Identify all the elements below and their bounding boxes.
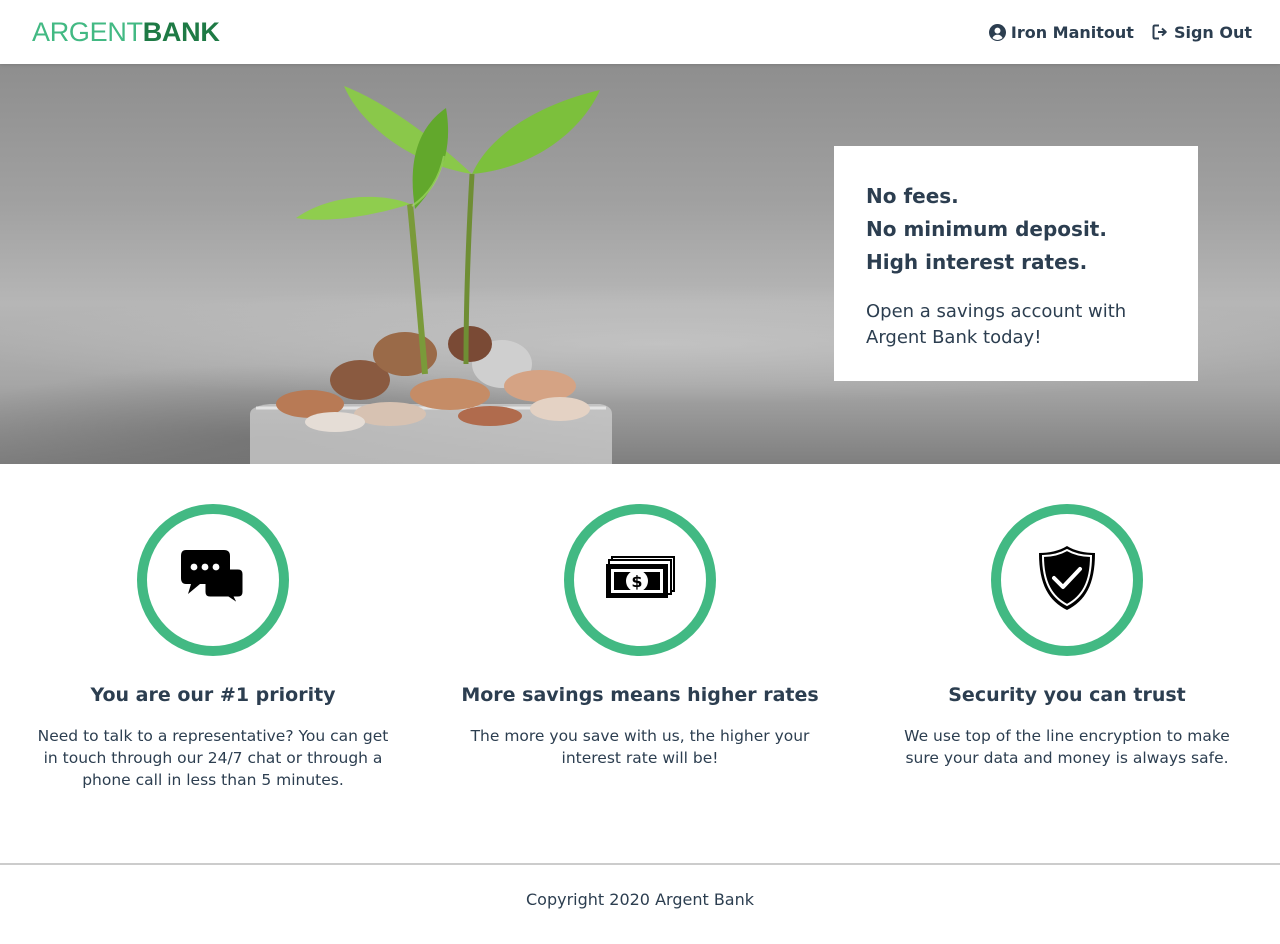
footer: Copyright 2020 Argent Bank — [0, 863, 1280, 944]
logo-text-bank: BANK — [142, 16, 220, 47]
user-name: Iron Manitout — [1010, 22, 1134, 42]
feature-icon-circle — [137, 504, 289, 656]
svg-text:$: $ — [631, 572, 642, 591]
hero-subtitle-no-fees: No fees. — [866, 184, 959, 208]
chat-icon — [180, 548, 246, 612]
hero-subtitle-no-minimum-deposit: No minimum deposit. — [866, 217, 1107, 241]
plant-in-coin-jar-image — [250, 86, 612, 464]
hero-content-card: No fees. No minimum deposit. High intere… — [834, 146, 1198, 381]
hero-banner: No fees. No minimum deposit. High intere… — [0, 64, 1280, 464]
sign-out-link[interactable]: Sign Out — [1152, 23, 1252, 42]
nav-actions: Iron Manitout Sign Out — [988, 22, 1252, 42]
feature-icon-circle — [991, 504, 1143, 656]
feature-icon-circle: $ — [564, 504, 716, 656]
feature-text: Need to talk to a representative? You ca… — [37, 727, 389, 789]
money-icon: $ — [605, 556, 675, 604]
user-circle-icon — [988, 23, 1006, 41]
sign-out-label: Sign Out — [1173, 22, 1252, 42]
feature-text: The more you save with us, the higher yo… — [470, 727, 810, 767]
feature-item: $ More savings means higher rates The mo… — [441, 504, 839, 864]
user-profile-link[interactable]: Iron Manitout — [988, 22, 1134, 42]
argent-bank-logo[interactable]: ARGENT BANK — [32, 17, 220, 48]
sign-out-icon — [1152, 24, 1169, 40]
feature-title: Security you can trust — [948, 684, 1186, 706]
security-icon — [1037, 545, 1097, 615]
feature-item: You are our #1 priority Need to talk to … — [14, 504, 412, 864]
feature-title: You are our #1 priority — [90, 684, 336, 706]
logo-text-argent: ARGENT — [32, 16, 143, 47]
hero-subtitle-high-interest-rates: High interest rates. — [866, 250, 1088, 274]
copyright-text: Copyright 2020 Argent Bank — [526, 890, 754, 909]
hero-text: Open a savings account with Argent Bank … — [866, 301, 1127, 348]
feature-title: More savings means higher rates — [461, 684, 819, 706]
feature-item: Security you can trust We use top of the… — [868, 504, 1266, 864]
main-nav: ARGENT BANK Iron Manitout Sign Out — [0, 0, 1280, 64]
feature-text: We use top of the line encryption to mak… — [904, 727, 1230, 767]
features-section: You are our #1 priority Need to talk to … — [0, 464, 1280, 864]
